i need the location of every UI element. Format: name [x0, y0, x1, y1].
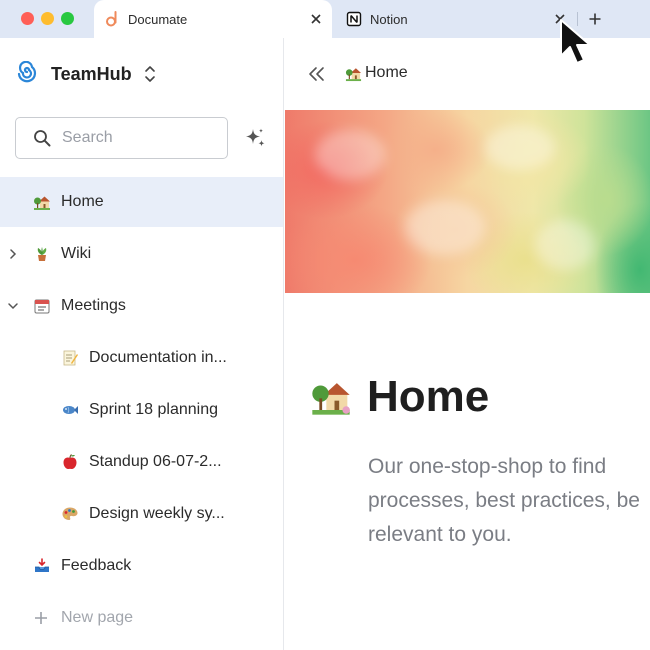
maximize-window-button[interactable]	[61, 12, 74, 25]
chevron-right-icon[interactable]	[7, 248, 19, 260]
sidebar-item-documentation[interactable]: Documentation in...	[0, 333, 283, 383]
tab-notion[interactable]: Notion	[336, 0, 576, 38]
page-title[interactable]: Home	[367, 372, 489, 422]
fish-icon	[60, 400, 80, 420]
sidebar-item-label: Meetings	[61, 297, 126, 314]
sidebar-item-meetings[interactable]: Meetings	[0, 281, 283, 331]
notion-logo-icon	[346, 11, 362, 27]
tab-documate[interactable]: Documate	[94, 0, 332, 38]
workspace-name: TeamHub	[51, 63, 132, 84]
mouse-pointer-icon	[560, 19, 591, 64]
plus-icon	[31, 608, 51, 628]
palette-icon	[60, 504, 80, 524]
breadcrumb[interactable]: Home	[344, 64, 408, 82]
sidebar: TeamHub Home	[0, 38, 284, 650]
documate-logo-icon	[104, 11, 120, 27]
search-icon	[34, 130, 51, 147]
search-box[interactable]	[15, 117, 228, 159]
sidebar-item-label: Sprint 18 planning	[89, 401, 218, 418]
inbox-tray-icon	[32, 556, 52, 576]
sidebar-item-label: Documentation in...	[89, 349, 227, 366]
sidebar-item-label: Feedback	[61, 557, 132, 574]
browser-tab-bar: Documate Notion	[0, 0, 650, 38]
sidebar-item-label: Standup 06-07-2...	[89, 453, 222, 470]
sidebar-item-design-weekly[interactable]: Design weekly sy...	[0, 489, 283, 539]
search-input[interactable]	[62, 129, 212, 147]
chevron-down-icon[interactable]	[7, 300, 19, 312]
house-with-garden-icon	[344, 64, 362, 82]
memo-icon	[60, 348, 80, 368]
house-with-garden-icon	[32, 192, 52, 212]
main-content: Home Home Our one-stop-shop to find proc…	[285, 38, 650, 650]
sidebar-item-feedback[interactable]: Feedback	[0, 541, 283, 591]
sidebar-item-home[interactable]: Home	[0, 177, 283, 227]
breadcrumb-label: Home	[365, 64, 408, 81]
chevron-up-down-icon	[144, 66, 155, 82]
sidebar-item-label: Home	[61, 193, 104, 210]
close-window-button[interactable]	[21, 12, 34, 25]
tab-title: Documate	[128, 11, 188, 27]
workspace-switcher[interactable]: TeamHub	[16, 60, 156, 88]
sidebar-item-label: Wiki	[61, 245, 92, 262]
collapse-sidebar-icon[interactable]	[307, 66, 327, 82]
workspace-logo-icon	[16, 60, 38, 88]
potted-plant-icon	[32, 244, 52, 264]
page-cover-image	[285, 110, 650, 293]
page-house-icon[interactable]	[309, 374, 353, 418]
new-page-button[interactable]: New page	[0, 593, 283, 643]
sidebar-item-label: Design weekly sy...	[89, 505, 225, 522]
close-tab-icon[interactable]	[306, 9, 326, 29]
sidebar-item-wiki[interactable]: Wiki	[0, 229, 283, 279]
apple-icon	[60, 452, 80, 472]
tab-title: Notion	[370, 11, 408, 27]
sidebar-item-sprint-planning[interactable]: Sprint 18 planning	[0, 385, 283, 435]
page-description[interactable]: Our one-stop-shop to find processes, bes…	[368, 450, 650, 552]
ai-sparkle-icon[interactable]	[243, 126, 267, 150]
minimize-window-button[interactable]	[41, 12, 54, 25]
sidebar-item-standup[interactable]: Standup 06-07-2...	[0, 437, 283, 487]
calendar-icon	[32, 296, 52, 316]
sidebar-item-label: New page	[61, 609, 134, 626]
